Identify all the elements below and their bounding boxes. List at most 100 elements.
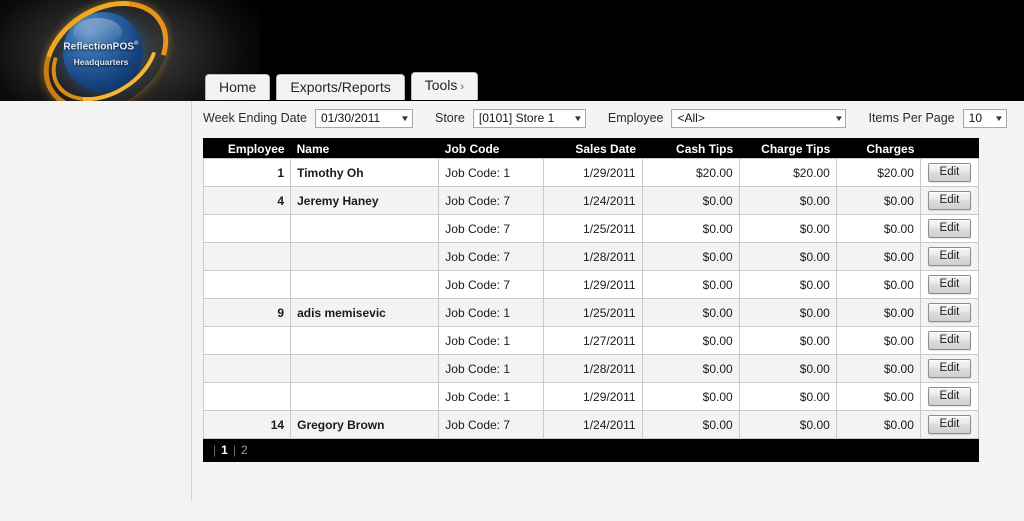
cell-sales-date: 1/29/2011	[543, 270, 643, 299]
edit-button[interactable]: Edit	[927, 247, 972, 266]
cell-employee	[202, 354, 292, 383]
column-header-sales-date[interactable]: Sales Date	[543, 138, 643, 159]
nav-tab-exports-reports[interactable]: Exports/Reports	[276, 74, 405, 100]
pager-page-link[interactable]: 2	[241, 443, 248, 457]
cell-job-code: Job Code: 7	[438, 214, 545, 243]
cell-name: Gregory Brown	[290, 410, 440, 439]
column-header-cash-tips[interactable]: Cash Tips	[642, 138, 740, 159]
cell-cash-tips: $20.00	[641, 158, 740, 187]
table-row: Job Code: 1 1/28/2011 $0.00 $0.00 $0.00 Edit	[202, 354, 980, 383]
table-row: Job Code: 1 1/29/2011 $0.00 $0.00 $0.00 Edit	[202, 382, 980, 411]
cell-employee: 14	[202, 410, 292, 439]
cell-employee: 1	[202, 158, 292, 187]
edit-button[interactable]: Edit	[927, 275, 972, 294]
chevron-down-icon: ▼	[572, 113, 583, 123]
cell-charges: $0.00	[835, 242, 921, 271]
table-row: 9 adis memisevic Job Code: 1 1/25/2011 $0.00…	[202, 298, 980, 327]
store-select[interactable]: [0101] Store 1 ▼	[472, 108, 586, 128]
employee-select[interactable]: <All> ▼	[671, 108, 847, 128]
week-ending-date-select[interactable]: 01/30/2011 ▼	[315, 108, 413, 128]
cell-name	[290, 382, 440, 411]
cell-cash-tips: $0.00	[641, 186, 740, 215]
cell-job-code: Job Code: 7	[438, 242, 545, 271]
column-header-employee[interactable]: Employee	[203, 138, 291, 159]
top-banner: ReflectionPOS® Headquarters Home Exports…	[0, 0, 1024, 101]
cell-action: Edit	[919, 326, 980, 355]
edit-button[interactable]: Edit	[927, 331, 972, 350]
cell-action: Edit	[919, 186, 980, 215]
cell-sales-date: 1/25/2011	[543, 298, 643, 327]
chevron-down-icon: ▼	[400, 113, 410, 123]
logo-trademark: ®	[134, 41, 139, 47]
cell-action: Edit	[919, 354, 980, 383]
edit-button[interactable]: Edit	[927, 303, 972, 322]
column-header-charge-tips[interactable]: Charge Tips	[739, 138, 837, 159]
nav-tab-tools[interactable]: Tools ›	[410, 72, 479, 100]
cell-name	[290, 270, 440, 299]
cell-employee	[202, 326, 292, 355]
cell-charges: $20.00	[835, 158, 921, 187]
column-header-charges[interactable]: Charges	[836, 138, 921, 159]
cell-action: Edit	[919, 214, 980, 243]
table-row: Job Code: 1 1/27/2011 $0.00 $0.00 $0.00 Edit	[202, 326, 980, 355]
column-header-name[interactable]: Name	[290, 138, 439, 159]
cell-charge-tips: $0.00	[738, 410, 837, 439]
edit-button[interactable]: Edit	[927, 191, 972, 210]
edit-button[interactable]: Edit	[927, 219, 972, 238]
pager-page-current[interactable]: 1	[221, 443, 228, 457]
column-header-job-code[interactable]: Job Code	[438, 138, 544, 159]
items-per-page-label: Items Per Page	[868, 111, 955, 125]
cell-sales-date: 1/24/2011	[543, 410, 643, 439]
cell-job-code: Job Code: 1	[438, 326, 545, 355]
cell-charge-tips: $0.00	[738, 326, 837, 355]
edit-button[interactable]: Edit	[927, 415, 972, 434]
cell-name	[290, 214, 440, 243]
grid-header-row: Employee Name Job Code Sales Date Cash T…	[203, 138, 979, 159]
cell-cash-tips: $0.00	[641, 354, 740, 383]
edit-button[interactable]: Edit	[927, 387, 972, 406]
week-ending-date-label: Week Ending Date	[203, 111, 307, 125]
cell-sales-date: 1/28/2011	[543, 242, 643, 271]
cell-job-code: Job Code: 7	[438, 270, 545, 299]
grid-body: 1 Timothy Oh Job Code: 1 1/29/2011 $20.00 $20…	[202, 158, 980, 439]
nav-tab-home[interactable]: Home	[205, 74, 271, 100]
pager-separator: |	[232, 443, 236, 457]
week-ending-date-value: 01/30/2011	[321, 110, 381, 125]
grid-header: Employee Name Job Code Sales Date Cash T…	[203, 138, 979, 159]
pager-cell: | 1 | 2	[203, 438, 979, 462]
table-row: Job Code: 7 1/29/2011 $0.00 $0.00 $0.00 Edit	[202, 270, 980, 299]
chevron-down-icon: ▼	[993, 113, 1004, 123]
cell-employee	[202, 242, 292, 271]
table-row: Job Code: 7 1/28/2011 $0.00 $0.00 $0.00 Edit	[202, 242, 980, 271]
nav-tab-tools-label: Tools	[424, 77, 458, 93]
cell-employee: 4	[202, 186, 292, 215]
table-row: 14 Gregory Brown Job Code: 7 1/24/2011 $0.00…	[202, 410, 980, 439]
cell-sales-date: 1/27/2011	[543, 326, 643, 355]
chevron-right-icon: ›	[460, 81, 465, 93]
cell-job-code: Job Code: 1	[438, 158, 545, 187]
cell-job-code: Job Code: 1	[438, 354, 545, 383]
cell-action: Edit	[919, 298, 980, 327]
tips-data-grid: Employee Name Job Code Sales Date Cash T…	[202, 138, 980, 462]
logo-subtitle: Headquarters	[73, 57, 129, 67]
cell-sales-date: 1/28/2011	[543, 354, 643, 383]
cell-charges: $0.00	[835, 410, 921, 439]
cell-job-code: Job Code: 1	[438, 382, 545, 411]
filter-toolbar: Week Ending Date 01/30/2011 ▼ Store [010…	[203, 106, 1007, 130]
cell-cash-tips: $0.00	[641, 214, 740, 243]
app-logo[interactable]: ReflectionPOS® Headquarters	[23, 0, 189, 101]
pager-row: | 1 | 2	[203, 438, 979, 462]
cell-job-code: Job Code: 7	[438, 186, 545, 215]
items-per-page-select[interactable]: 10 ▼	[962, 108, 1007, 128]
cell-name	[290, 326, 440, 355]
items-per-page-value: 10	[968, 110, 982, 125]
cell-charge-tips: $0.00	[738, 354, 837, 383]
cell-charge-tips: $0.00	[738, 298, 837, 327]
edit-button[interactable]: Edit	[927, 359, 972, 378]
cell-job-code: Job Code: 1	[438, 298, 545, 327]
column-header-action	[920, 138, 979, 159]
edit-button[interactable]: Edit	[927, 163, 972, 182]
cell-charges: $0.00	[835, 354, 921, 383]
cell-charge-tips: $20.00	[738, 158, 837, 187]
app-root: ReflectionPOS® Headquarters Home Exports…	[0, 0, 1024, 521]
